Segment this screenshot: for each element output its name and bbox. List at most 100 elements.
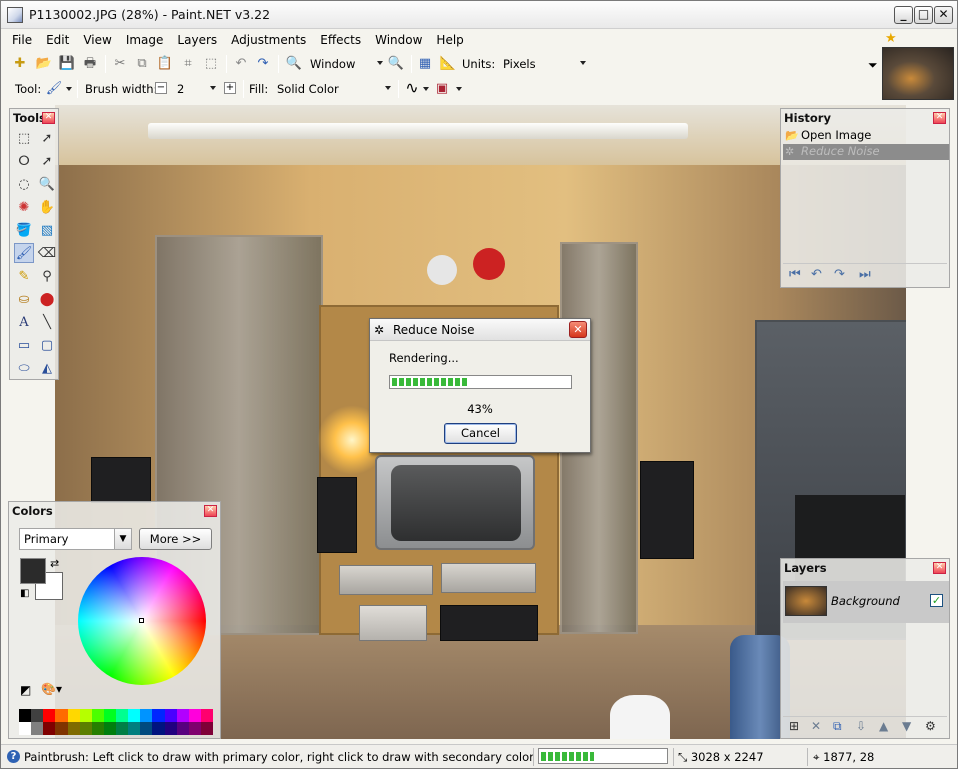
- color-picker-icon[interactable]: ⚲: [37, 266, 57, 286]
- zoom-dropdown[interactable]: Window: [305, 54, 387, 74]
- paint-bucket-icon[interactable]: 🪣: [14, 220, 34, 240]
- paintbrush-tool-icon[interactable]: 🖌: [14, 243, 34, 263]
- history-item[interactable]: ✲ Reduce Noise: [783, 144, 949, 160]
- chevron-down-icon[interactable]: [456, 87, 462, 91]
- cancel-button[interactable]: Cancel: [444, 423, 517, 444]
- paintbrush-icon[interactable]: 🖌: [45, 79, 63, 97]
- toolbar-separator: [105, 55, 106, 73]
- history-item[interactable]: 📂 Open Image: [783, 128, 949, 144]
- dialog-close-button[interactable]: ✕: [569, 321, 587, 338]
- increase-width-button[interactable]: +: [224, 82, 236, 94]
- decrease-width-button[interactable]: −: [155, 82, 167, 94]
- paste-icon[interactable]: 📋: [156, 54, 174, 72]
- add-layer-icon[interactable]: ⊞: [789, 719, 799, 733]
- maximize-button[interactable]: □: [914, 6, 933, 24]
- close-icon[interactable]: ✕: [204, 505, 217, 517]
- cut-icon[interactable]: ✂: [111, 54, 129, 72]
- copy-icon[interactable]: ⧉: [133, 54, 151, 72]
- open-folder-icon[interactable]: 📂: [35, 54, 53, 72]
- move-selection-icon[interactable]: ➚: [37, 128, 57, 148]
- menu-help[interactable]: Help: [429, 31, 470, 49]
- recolor-icon[interactable]: ⬤: [37, 289, 57, 309]
- brush-width-dropdown[interactable]: 2: [172, 79, 220, 99]
- filter-icon[interactable]: ⏷: [868, 58, 878, 73]
- title-bar[interactable]: P1130002.JPG (28%) - Paint.NET v3.22 _ □…: [1, 1, 957, 29]
- close-icon[interactable]: ✕: [933, 112, 946, 124]
- lasso-select-icon[interactable]: ⵔ: [14, 151, 34, 171]
- close-icon[interactable]: ✕: [42, 112, 55, 124]
- undo-icon[interactable]: ↶: [232, 54, 250, 72]
- zoom-out-icon[interactable]: 🔍: [285, 54, 303, 72]
- dialog-title-bar[interactable]: ✲ Reduce Noise ✕: [370, 319, 590, 341]
- grid-icon[interactable]: ▦: [416, 54, 434, 72]
- menu-effects[interactable]: Effects: [313, 31, 368, 49]
- more-button[interactable]: More >>: [139, 528, 212, 550]
- rulers-icon[interactable]: 📐: [439, 54, 457, 72]
- ellipse-icon[interactable]: ⬭: [14, 358, 34, 378]
- move-layer-up-icon[interactable]: ▲: [879, 719, 888, 733]
- move-layer-down-icon[interactable]: ▼: [902, 719, 911, 733]
- rounded-rectangle-icon[interactable]: ▢: [37, 335, 57, 355]
- layer-visibility-checkbox[interactable]: ✓: [930, 594, 943, 607]
- menu-adjustments[interactable]: Adjustments: [224, 31, 313, 49]
- save-icon[interactable]: 💾: [58, 54, 76, 72]
- merge-layer-down-icon[interactable]: ⇩: [856, 719, 866, 733]
- rectangle-icon[interactable]: ▭: [14, 335, 34, 355]
- crop-icon[interactable]: ⌗: [179, 54, 197, 72]
- new-file-icon[interactable]: ✚: [11, 54, 29, 72]
- clone-stamp-icon[interactable]: ⛀: [14, 289, 34, 309]
- text-icon[interactable]: A: [14, 312, 34, 332]
- delete-layer-icon[interactable]: ✕: [811, 719, 821, 733]
- color-palette[interactable]: [19, 709, 213, 735]
- image-thumbnail[interactable]: [882, 47, 954, 100]
- pencil-icon[interactable]: ✎: [14, 266, 34, 286]
- layer-row[interactable]: Background ✓: [783, 581, 949, 623]
- menu-image[interactable]: Image: [119, 31, 171, 49]
- swap-colors-icon[interactable]: ⇄: [50, 557, 59, 570]
- menu-edit[interactable]: Edit: [39, 31, 76, 49]
- photo-television: [375, 455, 535, 550]
- antialiasing-icon[interactable]: ∿: [403, 79, 421, 97]
- undo-icon[interactable]: ↶: [811, 267, 822, 282]
- chevron-down-icon[interactable]: [66, 87, 72, 91]
- ellipse-select-icon[interactable]: ◌: [14, 174, 34, 194]
- menu-file[interactable]: File: [5, 31, 39, 49]
- print-icon[interactable]: 🖶: [81, 54, 99, 72]
- line-curve-icon[interactable]: ╲: [37, 312, 57, 332]
- rewind-icon[interactable]: ⏮: [789, 267, 801, 282]
- menu-window[interactable]: Window: [368, 31, 429, 49]
- reset-colors-icon[interactable]: ◧: [20, 588, 29, 599]
- pan-hand-icon[interactable]: ✋: [37, 197, 57, 217]
- eraser-icon[interactable]: ⌫: [37, 243, 57, 263]
- units-dropdown[interactable]: Pixels: [498, 54, 590, 74]
- move-selected-icon[interactable]: ➚: [37, 151, 57, 171]
- color-mode-dropdown[interactable]: Primary ▼: [19, 528, 132, 550]
- chevron-down-icon[interactable]: [423, 87, 429, 91]
- fill-dropdown[interactable]: Solid Color: [272, 79, 395, 99]
- zoom-icon[interactable]: 🔍: [37, 174, 57, 194]
- window-title: P1130002.JPG (28%) - Paint.NET v3.22: [29, 7, 271, 22]
- blend-mode-icon[interactable]: ▣: [433, 79, 451, 97]
- close-icon[interactable]: ✕: [933, 562, 946, 574]
- rectangle-select-icon[interactable]: ⬚: [14, 128, 34, 148]
- menu-layers[interactable]: Layers: [170, 31, 224, 49]
- redo-icon[interactable]: ↷: [834, 267, 845, 282]
- image-size-value: 3028 x 2247: [690, 750, 764, 764]
- magic-wand-icon[interactable]: ✺: [14, 197, 34, 217]
- freeform-shape-icon[interactable]: ◭: [37, 358, 57, 378]
- minimize-button[interactable]: _: [894, 6, 913, 24]
- menu-view[interactable]: View: [76, 31, 118, 49]
- fast-forward-icon[interactable]: ⏭: [859, 267, 871, 282]
- zoom-in-icon[interactable]: 🔍: [387, 54, 405, 72]
- palette-menu-icon[interactable]: 🎨▾: [41, 682, 62, 696]
- deselect-icon[interactable]: ⬚: [202, 54, 220, 72]
- layer-properties-icon[interactable]: ⚙: [925, 719, 936, 733]
- photo-doll-red: [473, 248, 505, 280]
- redo-icon[interactable]: ↷: [254, 54, 272, 72]
- palette-reset-icon[interactable]: ◩: [20, 683, 31, 697]
- primary-color-swatch[interactable]: [20, 558, 46, 584]
- status-bar: ? Paintbrush: Left click to draw with pr…: [1, 744, 957, 768]
- gradient-icon[interactable]: ▧: [37, 220, 57, 240]
- close-button[interactable]: ✕: [934, 6, 953, 24]
- duplicate-layer-icon[interactable]: ⧉: [833, 719, 842, 734]
